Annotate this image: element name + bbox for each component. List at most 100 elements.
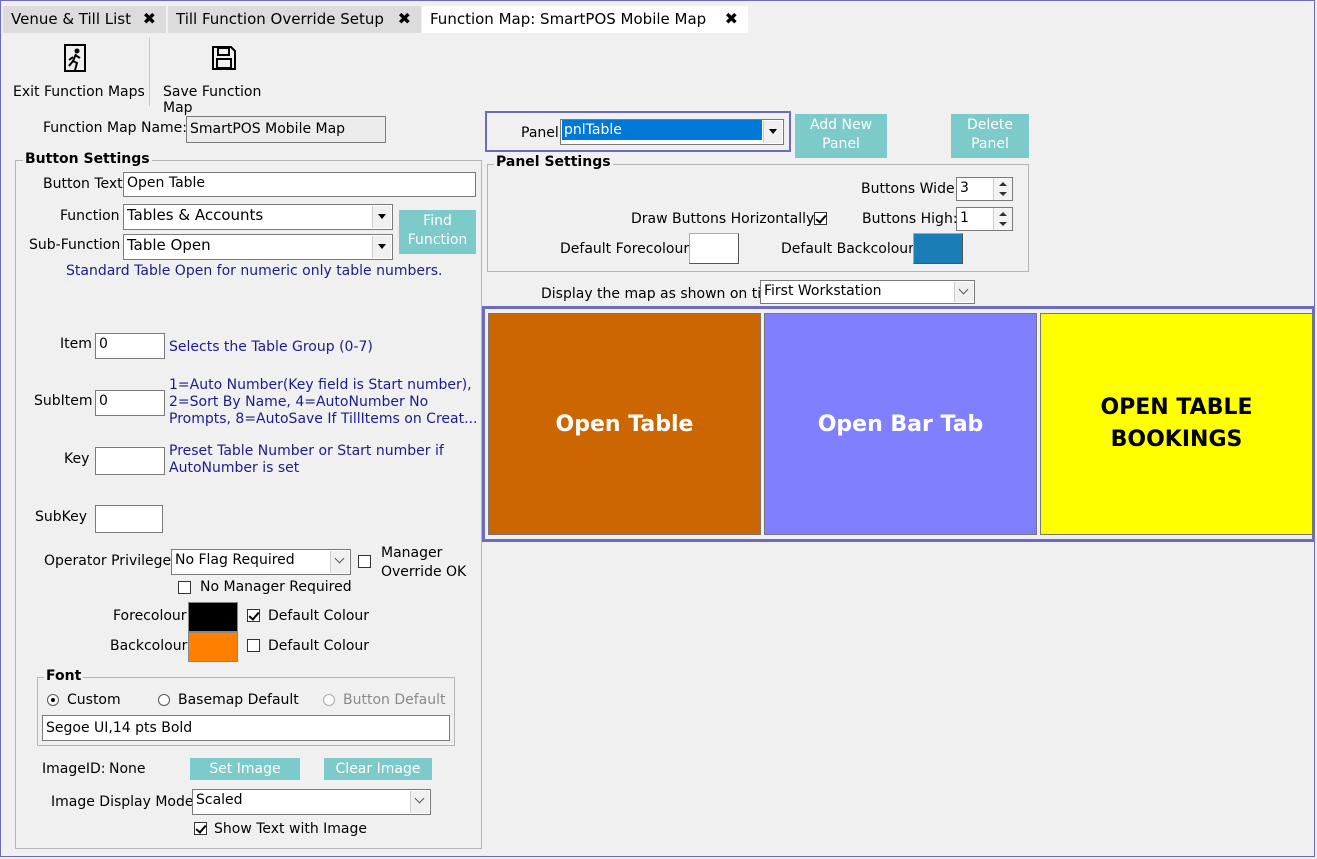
buttons-high-label: Buttons High: <box>862 211 958 227</box>
font-value-field[interactable]: Segoe UI,14 pts Bold <box>42 715 450 741</box>
function-map-name-field[interactable]: SmartPOS Mobile Map <box>186 116 386 143</box>
chevron-down-icon[interactable] <box>410 791 429 813</box>
exit-door-icon <box>64 44 86 72</box>
delete-panel-line2: Panel <box>971 136 1009 152</box>
show-text-with-image-checkbox[interactable] <box>194 822 207 835</box>
function-description: Standard Table Open for numeric only tab… <box>66 263 443 279</box>
map-button-label: Open Table <box>555 411 694 437</box>
subitem-help-line: 2=Sort By Name, 4=AutoNumber No <box>169 394 429 410</box>
subitem-input[interactable]: 0 <box>95 390 165 416</box>
spinner-arrows-icon[interactable] <box>993 208 1012 230</box>
default-forecolour-swatch[interactable] <box>689 233 739 264</box>
subfunction-value: Table Open <box>127 236 211 254</box>
panel-select[interactable]: pnlTable <box>560 119 784 145</box>
key-input[interactable] <box>95 447 165 475</box>
close-icon[interactable]: ✖ <box>725 6 738 32</box>
default-backcolour-swatch[interactable] <box>913 233 963 264</box>
font-button-default-radio[interactable] <box>323 694 335 706</box>
chevron-down-icon[interactable] <box>763 121 782 143</box>
delete-panel-button[interactable]: Delete Panel <box>951 114 1029 158</box>
subitem-help-line: Prompts, 8=AutoSave If TillItems on Crea… <box>169 411 478 427</box>
font-custom-label: Custom <box>67 692 121 708</box>
chevron-down-icon[interactable] <box>954 282 973 302</box>
back-default-checkbox[interactable] <box>247 639 260 652</box>
exit-function-maps-button[interactable]: Exit Function Maps <box>8 40 146 106</box>
image-id-value: None <box>109 761 146 777</box>
subkey-input[interactable] <box>95 505 163 533</box>
default-forecolour-label: Default Forecolour <box>560 241 690 257</box>
back-default-label: Default Colour <box>268 638 370 654</box>
image-display-mode-select[interactable]: Scaled <box>192 789 431 815</box>
spinner-arrows-icon[interactable] <box>993 178 1012 200</box>
item-input[interactable]: 0 <box>95 333 165 359</box>
fore-default-checkbox[interactable] <box>247 609 260 622</box>
delete-panel-line1: Delete <box>967 117 1013 133</box>
button-settings-title: Button Settings <box>23 151 152 167</box>
close-icon[interactable]: ✖ <box>398 6 411 32</box>
draw-horizontal-checkbox[interactable] <box>814 212 827 225</box>
panel-value: pnlTable <box>562 120 762 140</box>
key-help: Preset Table Number or Start number if A… <box>169 443 444 477</box>
forecolour-swatch[interactable] <box>188 602 238 632</box>
function-value: Tables & Accounts <box>127 206 264 224</box>
font-basemap-radio[interactable] <box>158 694 170 706</box>
buttons-wide-value: 3 <box>960 180 969 196</box>
key-label: Key <box>64 451 90 467</box>
toolbar-separator <box>149 38 150 106</box>
find-function-line1: Find <box>423 213 452 229</box>
panel-settings-title: Panel Settings <box>494 154 613 170</box>
display-map-select[interactable]: First Workstation <box>760 280 975 304</box>
button-text-label: Button Text <box>43 176 123 192</box>
draw-horizontal-label: Draw Buttons Horizontally: <box>631 211 819 227</box>
tab-label: Till Function Override Setup <box>176 10 384 28</box>
chevron-down-icon[interactable] <box>372 236 391 258</box>
save-function-map-button[interactable]: Save Function Map <box>158 40 294 116</box>
display-map-label: Display the map as shown on till: <box>541 286 774 302</box>
button-text-input[interactable]: Open Table <box>123 172 476 197</box>
operator-privilege-label: Operator Privilege: <box>44 553 176 569</box>
set-image-button[interactable]: Set Image <box>190 758 300 780</box>
buttons-high-value: 1 <box>960 210 969 226</box>
tab-venue-till-list[interactable]: Venue & Till List ✖ <box>3 6 166 33</box>
tab-bar: Venue & Till List ✖ Till Function Overri… <box>1 1 1314 34</box>
no-manager-required-label: No Manager Required <box>200 579 352 595</box>
map-button-label: BOOKINGS <box>1110 427 1243 452</box>
map-button-open-table[interactable]: Open Table <box>488 313 761 535</box>
clear-image-button[interactable]: Clear Image <box>324 758 432 780</box>
map-button-label: OPEN TABLE <box>1100 395 1253 420</box>
image-id-label: ImageID: <box>42 761 106 777</box>
no-manager-required-checkbox[interactable] <box>178 581 191 594</box>
manager-override-line1: Manager <box>381 545 443 561</box>
manager-override-checkbox[interactable] <box>358 555 371 568</box>
font-title: Font <box>44 668 84 684</box>
map-button-label: Open Bar Tab <box>817 411 984 437</box>
save-disk-icon <box>212 46 236 70</box>
font-custom-radio[interactable] <box>47 694 59 706</box>
map-button-open-table-bookings[interactable]: OPEN TABLE BOOKINGS <box>1040 313 1313 535</box>
operator-privilege-value: No Flag Required <box>175 552 295 568</box>
add-new-panel-line1: Add New <box>809 117 873 133</box>
close-icon[interactable]: ✖ <box>143 6 156 32</box>
chevron-down-icon[interactable] <box>372 206 391 228</box>
tab-label: Function Map: SmartPOS Mobile Map <box>430 10 707 28</box>
item-help: Selects the Table Group (0-7) <box>169 339 373 355</box>
save-label: Save Function Map <box>163 84 262 116</box>
buttons-high-spinner[interactable]: 1 <box>956 207 1013 231</box>
buttons-wide-spinner[interactable]: 3 <box>956 177 1013 201</box>
backcolour-swatch[interactable] <box>188 632 238 662</box>
subfunction-select[interactable]: Table Open <box>123 234 393 260</box>
operator-privilege-select[interactable]: No Flag Required <box>171 549 351 575</box>
tab-till-function-override[interactable]: Till Function Override Setup ✖ <box>168 6 421 33</box>
function-select[interactable]: Tables & Accounts <box>123 204 393 230</box>
function-label: Function <box>60 208 120 224</box>
chevron-down-icon[interactable] <box>330 551 349 573</box>
subkey-label: SubKey <box>35 509 88 525</box>
find-function-button[interactable]: Find Function <box>399 210 476 254</box>
tab-function-map[interactable]: Function Map: SmartPOS Mobile Map ✖ <box>422 6 748 33</box>
key-help-line: AutoNumber is set <box>169 460 300 476</box>
add-new-panel-button[interactable]: Add New Panel <box>795 114 887 158</box>
subfunction-label: Sub-Function <box>29 237 121 253</box>
map-button-open-bar-tab[interactable]: Open Bar Tab <box>764 313 1037 535</box>
tab-label: Venue & Till List <box>11 10 131 28</box>
exit-label: Exit Function Maps <box>13 84 145 100</box>
